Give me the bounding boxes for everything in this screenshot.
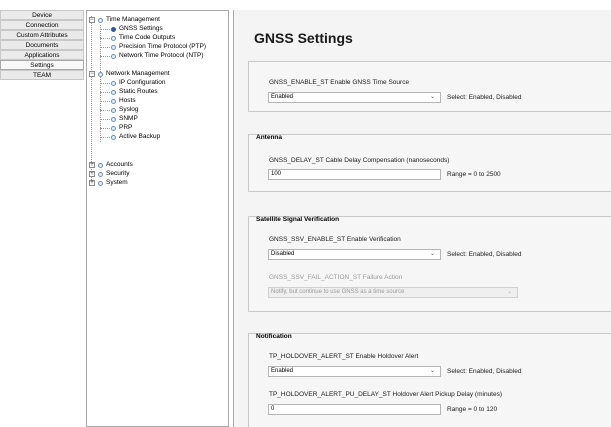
node-icon xyxy=(98,163,103,168)
tree-connector-line xyxy=(100,101,110,102)
node-icon xyxy=(111,45,116,50)
tree-item-snmp[interactable]: SNMP xyxy=(119,114,138,123)
group-general: GNSS_ENABLE_ST Enable GNSS Time Source E… xyxy=(248,61,611,112)
ssv-enable-value: Disabled xyxy=(271,251,295,257)
chevron-down-icon: ⌄ xyxy=(429,368,435,374)
expander-icon[interactable]: − xyxy=(89,17,95,23)
nav-item-settings[interactable]: Settings xyxy=(0,60,84,70)
nav-item-applications[interactable]: Applications xyxy=(0,50,84,60)
nav-item-custom-attributes[interactable]: Custom Attributes xyxy=(0,30,84,40)
page-title: GNSS Settings xyxy=(254,30,353,46)
expander-icon[interactable]: − xyxy=(89,71,95,77)
expander-icon[interactable]: + xyxy=(89,171,95,177)
tree-item-time-code-outputs[interactable]: Time Code Outputs xyxy=(119,33,175,42)
node-icon xyxy=(98,72,103,77)
antenna-group-title: Antenna xyxy=(256,134,282,141)
nav-item-connection[interactable]: Connection xyxy=(0,20,84,30)
group-antenna: Antenna GNSS_DELAY_ST Cable Delay Compen… xyxy=(248,134,611,192)
tree-item-system[interactable]: System xyxy=(106,178,128,187)
holdover-alert-value: Enabled xyxy=(271,368,294,374)
tree-item-accounts[interactable]: Accounts xyxy=(106,160,133,169)
tree-connector-line xyxy=(100,128,110,129)
nav-item-documents[interactable]: Documents xyxy=(0,40,84,50)
tree-item-static-routes[interactable]: Static Routes xyxy=(119,87,158,96)
tree-item-network-management[interactable]: Network Management xyxy=(106,69,170,78)
tree-connector-line xyxy=(91,16,92,186)
tree-item-active-backup[interactable]: Active Backup xyxy=(119,132,160,141)
tree-item-time-management[interactable]: Time Management xyxy=(106,15,160,24)
tree-connector-line xyxy=(100,137,110,138)
holdover-alert-select[interactable]: Enabled ⌄ xyxy=(268,366,441,377)
holdover-alert-hint: Select: Enabled, Disabled xyxy=(447,368,522,375)
ssv-fail-action-select[interactable]: Notify, but continue to use GNSS as a ti… xyxy=(268,287,518,298)
tree-connector-line xyxy=(100,119,110,120)
gnss-enable-value: Enabled xyxy=(271,94,294,100)
tree-item-hosts[interactable]: Hosts xyxy=(119,96,136,105)
group-notification: Notification TP_HOLDOVER_ALERT_ST Enable… xyxy=(248,333,611,427)
holdover-pickup-input[interactable]: 0 xyxy=(268,404,441,415)
tree-item-ip-configuration[interactable]: IP Configuration xyxy=(119,78,166,87)
ssv-group-title: Satellite Signal Verification xyxy=(256,216,340,223)
node-icon xyxy=(111,117,116,122)
gnss-enable-select[interactable]: Enabled ⌄ xyxy=(268,92,441,103)
tree-connector-line xyxy=(100,47,110,48)
tree-item-syslog[interactable]: Syslog xyxy=(119,105,139,114)
tree-item-prp[interactable]: PRP xyxy=(119,123,132,132)
tree-connector-line xyxy=(100,38,110,39)
gnss-delay-label: GNSS_DELAY_ST Cable Delay Compensation (… xyxy=(269,157,450,164)
notification-group-title: Notification xyxy=(256,333,292,340)
node-icon xyxy=(111,90,116,95)
holdover-alert-label: TP_HOLDOVER_ALERT_ST Enable Holdover Ale… xyxy=(269,353,419,360)
nav-item-team[interactable]: TEAM xyxy=(0,70,84,80)
chevron-down-icon: ⌄ xyxy=(429,251,435,257)
left-navigation: Device Connection Custom Attributes Docu… xyxy=(0,10,84,427)
tree-item-ntp[interactable]: Network Time Protocol (NTP) xyxy=(119,51,204,60)
ssv-enable-label: GNSS_SSV_ENABLE_ST Enable Verification xyxy=(269,236,401,243)
tree-connector-line xyxy=(100,83,110,84)
expander-icon[interactable]: + xyxy=(89,180,95,186)
ssv-enable-hint: Select: Enabled, Disabled xyxy=(447,251,522,258)
node-icon xyxy=(111,126,116,131)
gnss-delay-hint: Range = 0 to 2500 xyxy=(447,171,501,178)
node-icon xyxy=(98,18,103,23)
gnss-delay-input[interactable]: 100 xyxy=(268,169,441,180)
tree-connector-line xyxy=(100,29,110,30)
tree-item-security[interactable]: Security xyxy=(106,169,129,178)
node-icon xyxy=(111,99,116,104)
node-icon xyxy=(98,181,103,186)
holdover-pickup-hint: Range = 0 to 120 xyxy=(447,406,498,413)
ssv-fail-action-label: GNSS_SSV_FAIL_ACTION_ST Failure Action xyxy=(269,274,403,281)
tree-item-gnss-settings[interactable]: GNSS Settings xyxy=(119,24,163,33)
tree-connector-line xyxy=(100,92,110,93)
node-icon xyxy=(111,108,116,113)
node-icon xyxy=(111,54,116,59)
gnss-enable-hint: Select: Enabled, Disabled xyxy=(447,94,522,101)
ssv-fail-action-value: Notify, but continue to use GNSS as a ti… xyxy=(271,289,405,295)
tree-connector-line xyxy=(100,110,110,111)
node-icon xyxy=(98,172,103,177)
ssv-enable-select[interactable]: Disabled ⌄ xyxy=(268,249,441,260)
chevron-down-icon: ⌄ xyxy=(506,289,512,295)
tree-connector-line xyxy=(100,56,110,57)
node-icon xyxy=(111,135,116,140)
chevron-down-icon: ⌄ xyxy=(429,94,435,100)
node-icon xyxy=(111,81,116,86)
tree-item-ptp[interactable]: Precision Time Protocol (PTP) xyxy=(119,42,206,51)
settings-tree: − Time Management GNSS Settings Time Cod… xyxy=(86,10,229,427)
holdover-pickup-label: TP_HOLDOVER_ALERT_PU_DELAY_ST Holdover A… xyxy=(269,391,503,398)
gnss-enable-label: GNSS_ENABLE_ST Enable GNSS Time Source xyxy=(269,79,410,86)
selected-node-icon xyxy=(111,27,116,32)
expander-icon[interactable]: + xyxy=(89,162,95,168)
group-satellite-signal-verification: Satellite Signal Verification GNSS_SSV_E… xyxy=(248,216,611,312)
nav-item-device[interactable]: Device xyxy=(0,10,84,20)
node-icon xyxy=(111,36,116,41)
settings-content: GNSS Settings GNSS_ENABLE_ST Enable GNSS… xyxy=(233,10,611,427)
